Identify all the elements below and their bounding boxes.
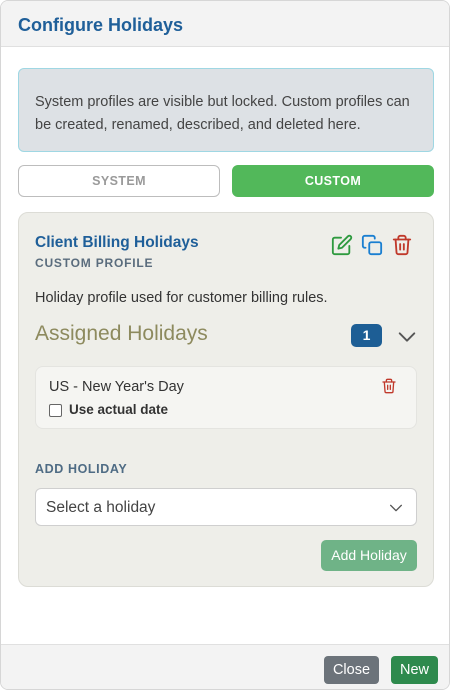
profile-type-label: CUSTOM PROFILE xyxy=(35,256,154,270)
dialog-footer: Close New xyxy=(1,644,449,689)
chevron-down-icon xyxy=(390,504,402,512)
profile-card: Client Billing Holidays CUSTOM PROFILE H… xyxy=(18,212,434,587)
use-actual-date-label: Use actual date xyxy=(69,402,169,417)
trash-icon[interactable] xyxy=(391,234,413,256)
configure-holidays-dialog: Configure Holidays System profiles are v… xyxy=(0,0,450,690)
holiday-select-value: Select a holiday xyxy=(46,499,156,516)
use-actual-date-checkbox[interactable] xyxy=(49,404,62,417)
new-button[interactable]: New xyxy=(391,656,438,684)
assigned-holidays-heading: Assigned Holidays xyxy=(35,322,208,345)
dialog-header: Configure Holidays xyxy=(1,1,449,47)
profile-name: Client Billing Holidays xyxy=(35,234,199,251)
chevron-down-icon[interactable] xyxy=(396,326,418,348)
copy-icon[interactable] xyxy=(361,234,383,256)
close-button[interactable]: Close xyxy=(324,656,379,684)
tab-custom[interactable]: CUSTOM xyxy=(232,165,434,197)
add-holiday-button[interactable]: Add Holiday xyxy=(321,540,417,571)
profile-type-tabs: SYSTEM CUSTOM xyxy=(18,165,434,197)
profile-description: Holiday profile used for customer billin… xyxy=(35,290,328,306)
holiday-select[interactable]: Select a holiday xyxy=(35,488,417,526)
holiday-count-badge: 1 xyxy=(351,324,382,347)
list-item: US - New Year's Day Use actual date xyxy=(35,366,417,429)
edit-icon[interactable] xyxy=(331,234,353,256)
info-alert: System profiles are visible but locked. … xyxy=(18,68,434,152)
holiday-name: US - New Year's Day xyxy=(49,379,184,395)
tab-system[interactable]: SYSTEM xyxy=(18,165,220,197)
trash-icon[interactable] xyxy=(381,378,397,394)
add-holiday-label: ADD HOLIDAY xyxy=(35,462,128,476)
dialog-title: Configure Holidays xyxy=(18,15,184,35)
